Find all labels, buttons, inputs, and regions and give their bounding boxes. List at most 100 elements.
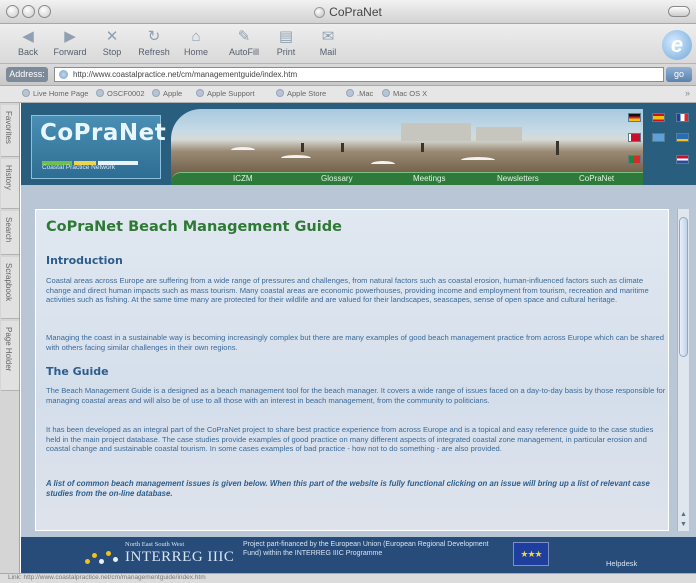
favorite-item[interactable]: .Mac	[346, 89, 373, 98]
programme-label: INTERREG IIIC	[125, 549, 235, 565]
autofill-button[interactable]: ✎ AutoFill	[222, 27, 266, 57]
site-footer: North East South West INTERREG IIIC Proj…	[21, 537, 696, 573]
scroll-down-icon[interactable]: ▼	[678, 520, 689, 530]
bookmark-icon	[346, 89, 354, 97]
region-label: North East South West	[125, 541, 185, 548]
favorite-item[interactable]: OSCF0002	[96, 89, 145, 98]
window-title: CoPraNet	[0, 5, 696, 19]
site-banner: CoPraNet Coastal Practice Network ICZM G…	[21, 103, 696, 185]
bookmark-icon	[152, 89, 160, 97]
stop-icon: ✕	[105, 28, 119, 45]
site-nav: ICZM Glossary Meetings Newsletters CoPra…	[171, 172, 643, 185]
interreg-logo-icon	[85, 547, 121, 567]
forward-arrow-icon: ▶	[64, 28, 76, 45]
toolbar-toggle-button[interactable]	[668, 6, 690, 17]
favorite-item[interactable]: Apple Support	[196, 89, 255, 98]
guide-heading: The Guide	[46, 365, 109, 378]
guide-note: A list of common beach management issues…	[46, 479, 650, 498]
print-icon: ▤	[278, 28, 294, 45]
photo-person-shape	[341, 143, 344, 152]
flag-french-icon[interactable]	[676, 113, 689, 122]
photo-person-shape	[556, 141, 559, 155]
page-globe-icon	[314, 7, 326, 18]
nav-link-glossary[interactable]: Glossary	[321, 174, 353, 183]
logo-tagline: Coastal Practice Network	[42, 164, 115, 171]
refresh-button[interactable]: ↻ Refresh	[132, 27, 176, 57]
back-button-label: Back	[17, 47, 38, 57]
eu-flag-icon: ★★★	[513, 542, 549, 566]
nav-link-newsletters[interactable]: Newsletters	[497, 174, 539, 183]
go-button[interactable]: go	[666, 67, 692, 82]
photo-seagull-shape	[281, 155, 311, 161]
photo-seagull-shape	[231, 147, 255, 153]
flag-danish-icon[interactable]	[628, 133, 641, 142]
photo-person-shape	[421, 143, 424, 152]
mail-icon: ✉	[321, 28, 335, 45]
stop-button-label: Stop	[102, 47, 122, 57]
logo-bars	[42, 156, 152, 165]
favorites-overflow-icon[interactable]: »	[685, 88, 690, 98]
guide-paragraph-1: The Beach Management Guide is a designed…	[46, 386, 666, 405]
scrollbar-thumb[interactable]	[679, 217, 688, 357]
favorite-item[interactable]: Live Home Page	[22, 89, 88, 98]
copranet-logo[interactable]: CoPraNet Coastal Practice Network	[31, 115, 166, 179]
page-title: CoPraNet Beach Management Guide	[46, 219, 342, 235]
sidebar-tab-history[interactable]: History	[1, 159, 19, 209]
address-label: Address:	[6, 67, 48, 82]
language-flags	[626, 109, 696, 179]
sidebar-tab-page-holder[interactable]: Page Holder	[1, 321, 19, 391]
photo-hotel-shape	[476, 127, 522, 141]
helpdesk-link[interactable]: Helpdesk	[606, 559, 637, 568]
explorer-sidebar: Favorites History Search Scrapbook Page …	[0, 103, 20, 573]
beach-photo	[171, 109, 643, 177]
back-arrow-icon: ◀	[22, 28, 34, 45]
print-button[interactable]: ▤ Print	[264, 27, 308, 57]
nav-link-copranet[interactable]: CoPraNet	[579, 174, 614, 183]
back-button[interactable]: ◀ Back	[6, 27, 50, 57]
funding-text: Project part-financed by the European Un…	[243, 541, 489, 557]
forward-button[interactable]: ▶ Forward	[48, 27, 92, 57]
intro-paragraph-1: Coastal areas across Europe are sufferin…	[46, 276, 649, 305]
refresh-button-label: Refresh	[138, 47, 170, 57]
address-url: http://www.coastalpractice.net/cm/manage…	[73, 70, 298, 79]
status-text: Link: http://www.coastalpractice.net/cm/…	[8, 574, 206, 581]
intro-heading: Introduction	[46, 254, 123, 267]
photo-person-shape	[301, 143, 304, 152]
favorite-item[interactable]: Mac OS X	[382, 89, 427, 98]
sidebar-tab-scrapbook[interactable]: Scrapbook	[1, 257, 19, 319]
flag-portuguese-icon[interactable]	[628, 155, 641, 164]
scroll-up-icon[interactable]: ▲	[678, 510, 689, 520]
intro-paragraph-2: Managing the coast in a sustainable way …	[46, 333, 664, 352]
nav-link-iczm[interactable]: ICZM	[233, 174, 253, 183]
window-title-text: CoPraNet	[329, 5, 382, 19]
favorites-bar: Live Home Page OSCF0002 Apple Apple Supp…	[0, 86, 696, 103]
home-button[interactable]: ⌂ Home	[174, 27, 218, 57]
bookmark-icon	[196, 89, 204, 97]
status-bar: Link: http://www.coastalpractice.net/cm/…	[0, 573, 696, 583]
flag-german-icon[interactable]	[628, 113, 641, 122]
favorite-item[interactable]: Apple Store	[276, 89, 326, 98]
photo-hotel-shape	[401, 123, 471, 141]
favorite-item[interactable]: Apple	[152, 89, 182, 98]
address-bar: Address: http://www.coastalpractice.net/…	[0, 64, 696, 86]
mail-button-label: Mail	[319, 47, 337, 57]
address-input[interactable]: http://www.coastalpractice.net/cm/manage…	[54, 67, 664, 82]
nav-link-meetings[interactable]: Meetings	[413, 174, 445, 183]
flag-swedish-icon[interactable]	[676, 133, 689, 142]
flag-spanish-icon[interactable]	[652, 113, 665, 122]
window-titlebar: CoPraNet	[0, 0, 696, 24]
bookmark-icon	[276, 89, 284, 97]
flag-greek-icon[interactable]	[652, 133, 665, 142]
stop-button[interactable]: ✕ Stop	[90, 27, 134, 57]
site-favicon-icon	[59, 70, 68, 79]
content-scrollbar[interactable]: ▲ ▼	[677, 209, 689, 531]
browser-logo-icon: e	[662, 30, 692, 60]
logo-text: CoPraNet	[40, 120, 167, 146]
autofill-button-label: AutoFill	[228, 47, 259, 57]
sidebar-tab-search[interactable]: Search	[1, 211, 19, 255]
sidebar-tab-favorites[interactable]: Favorites	[1, 105, 19, 157]
web-page: CoPraNet Coastal Practice Network ICZM G…	[21, 103, 696, 573]
flag-dutch-icon[interactable]	[676, 155, 689, 164]
photo-seagull-shape	[371, 161, 395, 167]
mail-button[interactable]: ✉ Mail	[306, 27, 350, 57]
